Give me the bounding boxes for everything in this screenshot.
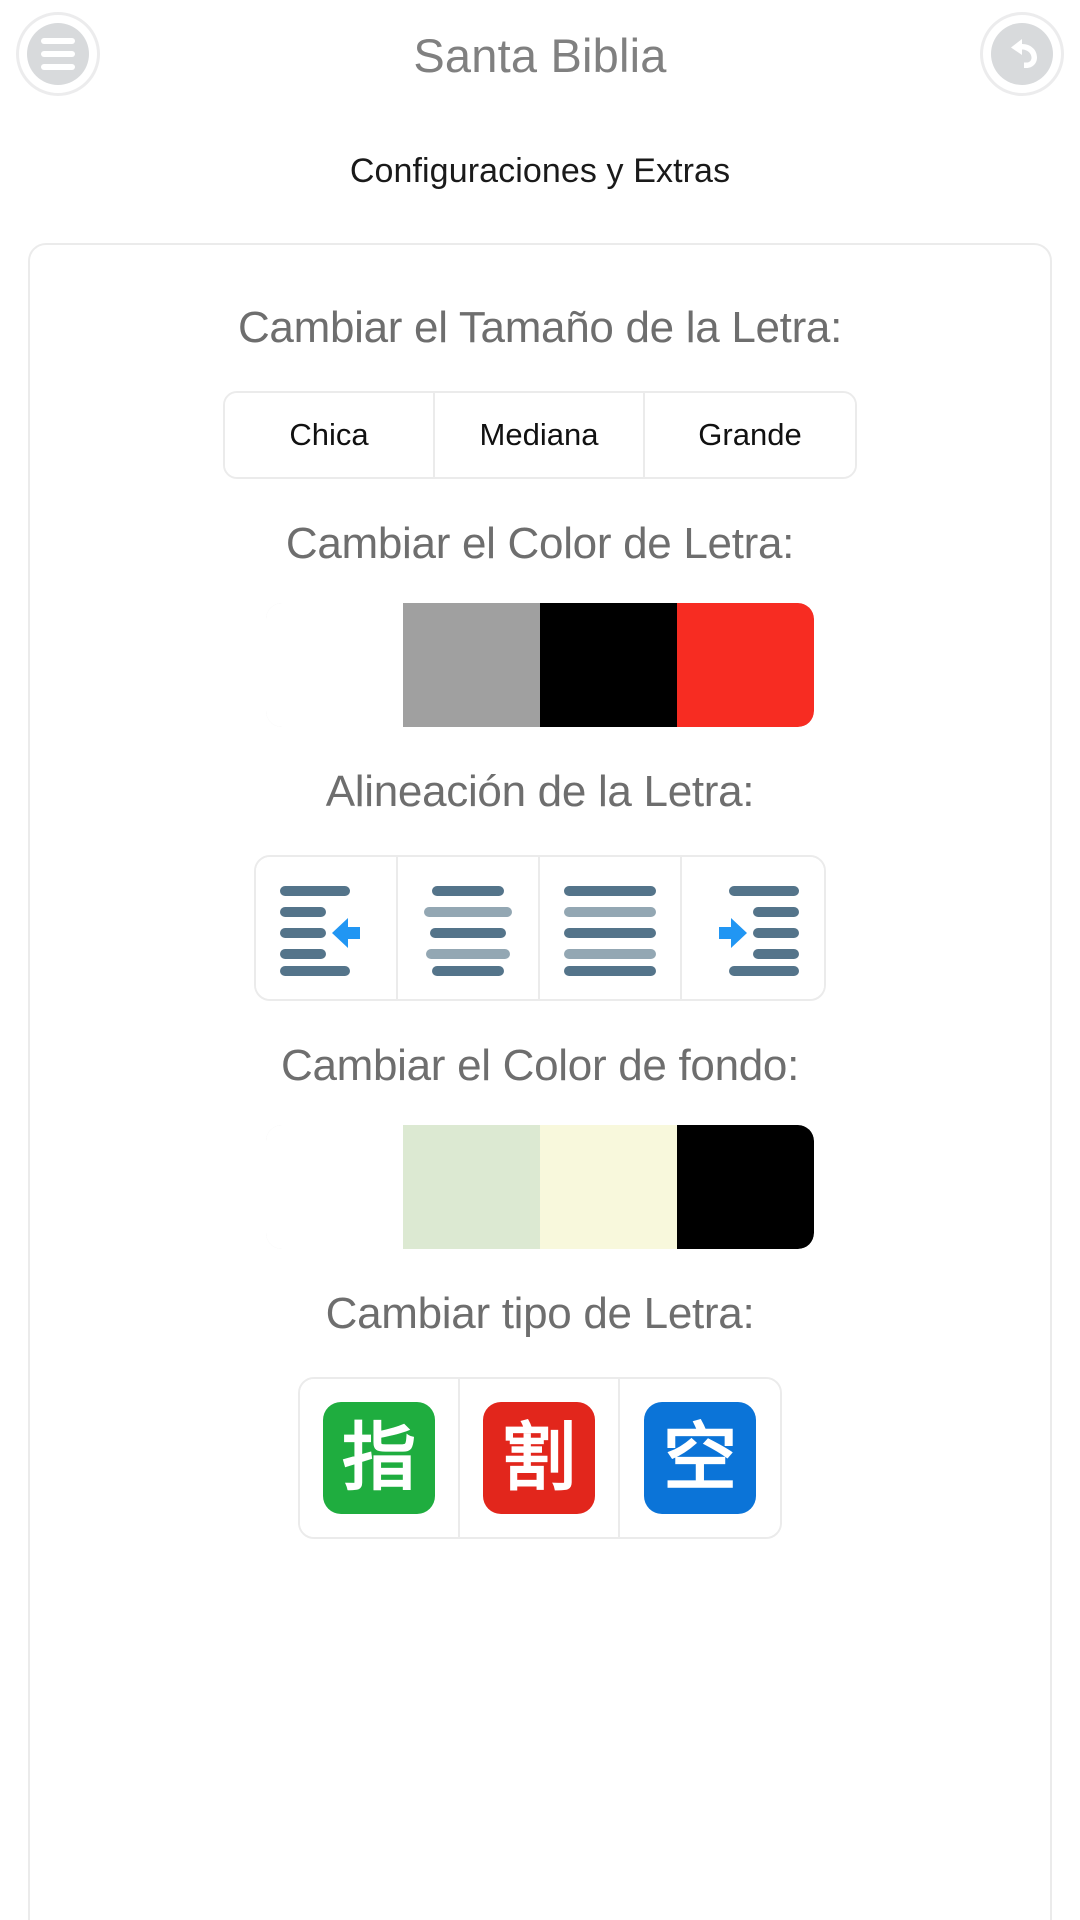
burger-line-3 <box>41 64 75 70</box>
text-color-control <box>30 603 1050 727</box>
text-color-strip <box>266 603 814 727</box>
text-color-swatch-red[interactable] <box>677 603 814 727</box>
font-type-control: 指 割 空 <box>30 1377 1050 1539</box>
background-color-swatch-black[interactable] <box>677 1125 814 1249</box>
top-bar: Santa Biblia <box>0 0 1080 110</box>
app-title: Santa Biblia <box>413 28 667 82</box>
font-type-option-3[interactable]: 空 <box>620 1379 780 1537</box>
align-outdent-left-button[interactable] <box>256 857 398 999</box>
burger-line-1 <box>41 38 75 44</box>
font-size-title: Cambiar el Tamaño de la Letra: <box>237 303 843 352</box>
font-size-option-mediana[interactable]: Mediana <box>435 393 645 477</box>
emoji-green-finger-icon: 指 <box>323 1402 435 1514</box>
text-color-title: Cambiar el Color de Letra: <box>285 519 795 568</box>
alignment-title: Alineación de la Letra: <box>325 767 755 816</box>
font-size-segmented: Chica Mediana Grande <box>223 391 857 479</box>
text-color-swatch-black[interactable] <box>540 603 677 727</box>
page-subtitle: Configuraciones y Extras <box>349 152 731 190</box>
hamburger-menu-icon <box>27 23 89 85</box>
align-indent-right-button[interactable] <box>682 857 824 999</box>
settings-screen: Santa Biblia Configuraciones y Extras Ca… <box>0 0 1080 1920</box>
background-color-swatch-light-yellow[interactable] <box>540 1125 677 1249</box>
font-size-option-grande[interactable]: Grande <box>645 393 855 477</box>
background-color-title: Cambiar el Color de fondo: <box>280 1041 800 1090</box>
font-type-option-2[interactable]: 割 <box>460 1379 620 1537</box>
undo-back-arrow-icon <box>991 23 1053 85</box>
text-color-swatch-white[interactable] <box>266 603 403 727</box>
alignment-group <box>254 855 826 1001</box>
menu-button[interactable] <box>16 12 100 96</box>
font-type-group: 指 割 空 <box>298 1377 782 1539</box>
background-color-swatch-light-green[interactable] <box>403 1125 540 1249</box>
emoji-red-discount-icon: 割 <box>483 1402 595 1514</box>
emoji-blue-vacancy-icon: 空 <box>644 1402 756 1514</box>
back-button[interactable] <box>980 12 1064 96</box>
alignment-control <box>30 855 1050 1001</box>
background-color-strip <box>266 1125 814 1249</box>
font-size-control: Chica Mediana Grande <box>30 391 1050 479</box>
text-color-swatch-gray[interactable] <box>403 603 540 727</box>
align-justify-icon <box>564 886 656 976</box>
font-type-title: Cambiar tipo de Letra: <box>325 1289 755 1338</box>
font-type-option-1[interactable]: 指 <box>300 1379 460 1537</box>
align-outdent-left-icon <box>280 886 360 976</box>
burger-line-2 <box>41 51 75 57</box>
settings-card: Cambiar el Tamaño de la Letra: Chica Med… <box>28 243 1052 1920</box>
align-center-button[interactable] <box>398 857 540 999</box>
background-color-swatch-white[interactable] <box>266 1125 403 1249</box>
font-size-option-chica[interactable]: Chica <box>225 393 435 477</box>
align-justify-button[interactable] <box>540 857 682 999</box>
align-center-icon <box>424 886 512 976</box>
align-indent-right-icon <box>719 886 799 976</box>
background-color-control <box>30 1125 1050 1249</box>
